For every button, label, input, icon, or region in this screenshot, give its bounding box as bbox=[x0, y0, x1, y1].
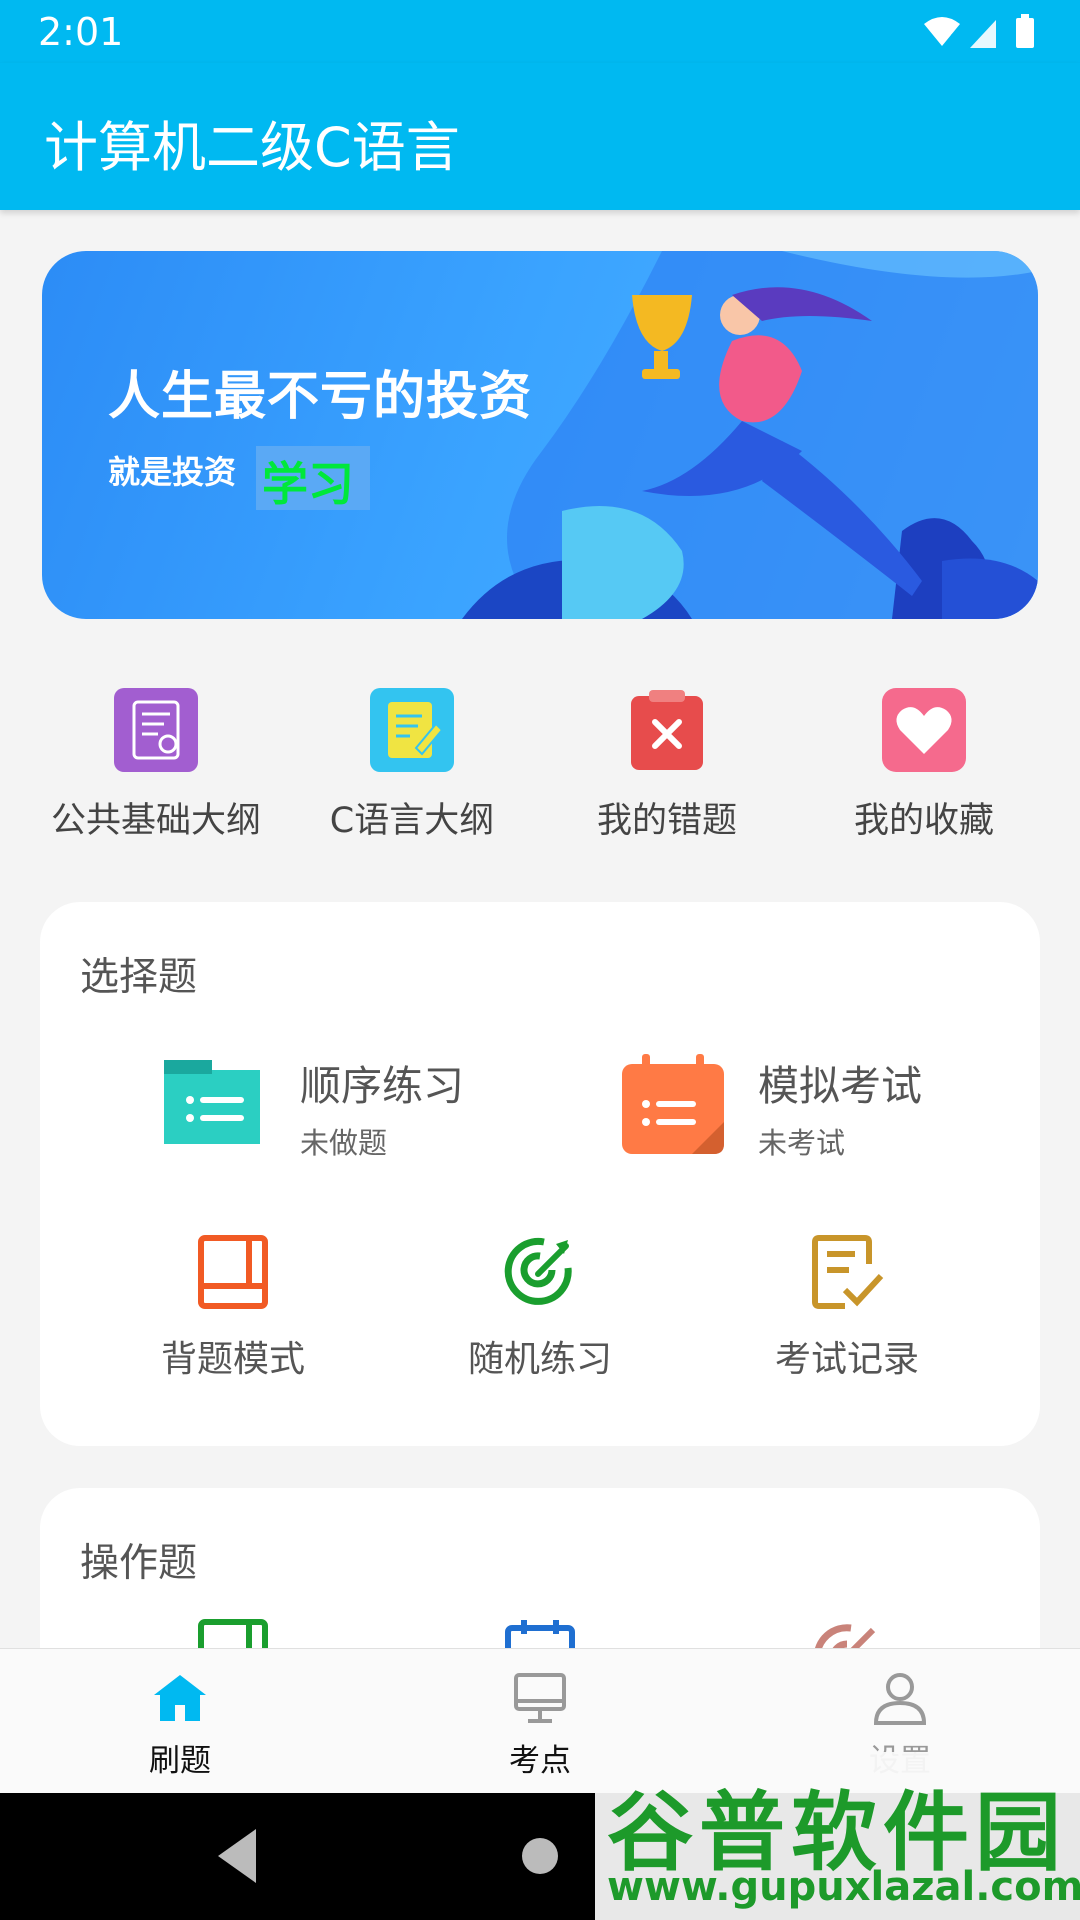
heart-icon bbox=[882, 688, 966, 772]
mock-exam-button[interactable]: 模拟考试 未考试 bbox=[620, 1052, 1020, 1172]
exam-history-button[interactable]: 考试记录 bbox=[727, 1234, 967, 1382]
book-icon bbox=[198, 1235, 268, 1309]
status-time: 2:01 bbox=[38, 10, 124, 54]
quick-item-label: C语言大纲 bbox=[329, 801, 495, 841]
quick-item-favorites[interactable]: 我的收藏 bbox=[814, 688, 1034, 843]
watermark-url: www.gupuxlazal.com bbox=[607, 1864, 1080, 1910]
status-icons bbox=[924, 14, 1034, 48]
banner-headline: 人生最不亏的投资 bbox=[108, 367, 533, 427]
recite-mode-button[interactable]: 背题模式 bbox=[113, 1234, 353, 1382]
app-title: 计算机二级C语言 bbox=[44, 116, 460, 179]
section-title: 选择题 bbox=[80, 955, 198, 1000]
button-label: 模拟考试 bbox=[758, 1062, 922, 1110]
button-subtitle: 未做题 bbox=[300, 1126, 388, 1160]
watermark: 谷普软件园 www.gupuxlazal.com bbox=[595, 1752, 1080, 1920]
monitor-icon bbox=[514, 1673, 566, 1723]
folder-list-icon bbox=[164, 1060, 260, 1144]
checklist-icon bbox=[812, 1235, 884, 1309]
banner-highlight-box: 学习 bbox=[256, 446, 370, 511]
banner-illustration bbox=[462, 251, 1038, 619]
button-subtitle: 未考试 bbox=[758, 1126, 846, 1160]
button-label: 背题模式 bbox=[160, 1339, 305, 1380]
notepad-edit-icon bbox=[370, 688, 454, 772]
tab-practice[interactable]: 刷题 bbox=[80, 1671, 280, 1780]
quick-item-label: 公共基础大纲 bbox=[50, 801, 261, 841]
button-label: 顺序练习 bbox=[300, 1062, 464, 1110]
calendar-note-icon bbox=[622, 1054, 724, 1154]
status-bar: 2:01 bbox=[0, 0, 1080, 63]
quick-item-public-outline[interactable]: 公共基础大纲 bbox=[46, 688, 266, 843]
banner-subline: 就是投资 bbox=[108, 453, 237, 491]
home-icon bbox=[154, 1675, 206, 1721]
signal-icon bbox=[970, 20, 996, 48]
button-label: 考试记录 bbox=[774, 1339, 919, 1380]
wifi-icon bbox=[924, 17, 960, 46]
random-practice-button[interactable]: 随机练习 bbox=[420, 1234, 660, 1382]
button-label: 随机练习 bbox=[467, 1339, 612, 1380]
choice-section-card: 选择题 顺序练习 未做题 模拟考试 未考试 背题模式 随机练习 考试记录 bbox=[40, 902, 1040, 1446]
banner-highlight: 学习 bbox=[262, 457, 354, 511]
quick-item-label: 我的收藏 bbox=[853, 801, 994, 841]
sequential-practice-button[interactable]: 顺序练习 未做题 bbox=[160, 1052, 560, 1172]
home-nav-button bbox=[522, 1838, 558, 1874]
back-nav-button bbox=[218, 1829, 256, 1883]
app-bar: 计算机二级C语言 bbox=[0, 63, 1080, 210]
outline-search-icon bbox=[114, 688, 198, 772]
target-icon bbox=[504, 1237, 572, 1305]
clipboard-x-icon bbox=[625, 688, 709, 772]
battery-icon bbox=[1016, 18, 1034, 48]
promo-banner[interactable]: 人生最不亏的投资 就是投资 学习 bbox=[42, 251, 1038, 619]
user-icon bbox=[873, 1673, 927, 1725]
tab-label: 刷题 bbox=[149, 1743, 211, 1779]
quick-item-label: 我的错题 bbox=[596, 801, 737, 841]
quick-item-c-outline[interactable]: C语言大纲 bbox=[302, 688, 522, 843]
section-title: 操作题 bbox=[80, 1541, 198, 1586]
quick-item-wrong-questions[interactable]: 我的错题 bbox=[557, 688, 777, 843]
